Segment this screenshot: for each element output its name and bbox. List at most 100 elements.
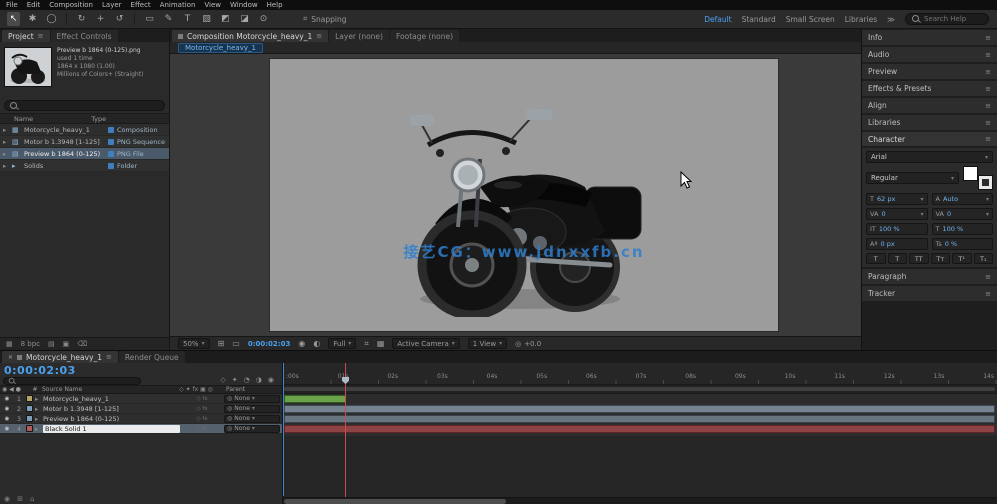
- column-type[interactable]: Type: [91, 115, 106, 123]
- font-size-field[interactable]: T 62 px ▾: [866, 193, 928, 205]
- workspace-default[interactable]: Default: [704, 15, 731, 24]
- baseline-shift-field[interactable]: Aª 0 px: [866, 238, 928, 250]
- motion-blur-icon[interactable]: ◉: [268, 376, 274, 384]
- expander-icon[interactable]: ▸: [3, 162, 9, 170]
- column-parent[interactable]: Parent: [226, 386, 280, 393]
- kerning-field[interactable]: VA 0 ▾: [866, 208, 928, 220]
- subscript-button[interactable]: T₁: [974, 253, 994, 264]
- close-icon[interactable]: ✕: [8, 354, 13, 361]
- font-style-select[interactable]: Regular▾: [866, 172, 959, 184]
- layer-name-edit[interactable]: Black Solid 1: [43, 425, 180, 433]
- expand-layer-switches-icon[interactable]: ◉: [4, 495, 10, 503]
- project-search[interactable]: [4, 100, 165, 111]
- current-time-indicator[interactable]: [345, 363, 346, 504]
- selection-tool[interactable]: ↖: [7, 12, 20, 26]
- pickwhip-icon[interactable]: ◎: [227, 425, 232, 432]
- expander-icon[interactable]: ▸: [35, 395, 41, 403]
- menu-edit[interactable]: Edit: [27, 1, 41, 9]
- workspace-overflow-icon[interactable]: ≫: [887, 15, 895, 24]
- faux-bold-button[interactable]: T: [866, 253, 886, 264]
- small-caps-button[interactable]: Tᴛ: [931, 253, 951, 264]
- shape-tool[interactable]: ▭: [143, 12, 156, 26]
- expand-in-out-icon[interactable]: ⌂: [30, 495, 34, 503]
- workspace-standard[interactable]: Standard: [742, 15, 776, 24]
- new-folder-icon[interactable]: ▤: [48, 340, 55, 348]
- layer-switches[interactable]: ◇ fx: [182, 406, 222, 412]
- snapshot-icon[interactable]: ◉: [298, 339, 305, 348]
- frame-blending-icon[interactable]: ◑: [256, 376, 262, 384]
- panel-paragraph[interactable]: Paragraph≡: [862, 269, 997, 284]
- new-composition-icon[interactable]: ▣: [63, 340, 70, 348]
- layer-bar-4[interactable]: [284, 425, 995, 433]
- resolution-select[interactable]: Full▾: [328, 338, 356, 349]
- all-caps-button[interactable]: TT: [909, 253, 929, 264]
- panel-menu-icon[interactable]: ≡: [985, 119, 991, 127]
- brush-tool[interactable]: ▨: [200, 12, 213, 26]
- parent-select[interactable]: ◎None▾: [224, 415, 280, 423]
- visibility-eye-icon[interactable]: ◉: [2, 416, 12, 422]
- panel-align[interactable]: Align≡: [862, 98, 997, 113]
- layer-switches[interactable]: ◇ fx: [182, 396, 222, 402]
- viewer-current-time[interactable]: 0:00:02:03: [248, 340, 291, 348]
- tab-layer[interactable]: Layer (none): [329, 30, 389, 42]
- superscript-button[interactable]: T¹: [952, 253, 972, 264]
- expander-icon[interactable]: ▸: [3, 150, 9, 158]
- tab-render-queue[interactable]: Render Queue: [119, 351, 185, 363]
- work-area-bar[interactable]: [284, 387, 995, 391]
- expander-icon[interactable]: ▸: [35, 405, 41, 413]
- menu-layer[interactable]: Layer: [102, 1, 122, 9]
- project-item-composition[interactable]: ▸ ▦ Motorcycle_heavy_1 Composition: [0, 124, 169, 136]
- panel-menu-icon[interactable]: ≡: [985, 68, 991, 76]
- menu-help[interactable]: Help: [267, 1, 283, 9]
- interpret-footage-icon[interactable]: ▦: [6, 340, 13, 348]
- layer-row-2[interactable]: ◉ 2 ▸ Motor b 1.3948 [1-125] ◇ fx ◎None▾: [0, 404, 282, 414]
- expand-transfer-controls-icon[interactable]: ⊞: [17, 495, 23, 503]
- horizontal-scale-field[interactable]: T 100 %: [932, 223, 994, 235]
- hide-shy-layers-icon[interactable]: ◔: [244, 376, 250, 384]
- footage-thumbnail[interactable]: [4, 47, 52, 87]
- panel-menu-icon[interactable]: ≡: [38, 32, 44, 40]
- hand-tool[interactable]: ✱: [26, 12, 39, 26]
- panel-effects-presets[interactable]: Effects & Presets≡: [862, 81, 997, 96]
- view-layout-select[interactable]: 1 View▾: [468, 338, 507, 349]
- puppet-pin-tool[interactable]: ⊙: [257, 12, 270, 26]
- scrollbar-thumb[interactable]: [284, 499, 506, 504]
- project-color-depth[interactable]: 8 bpc: [21, 340, 40, 348]
- layer-label-color[interactable]: [26, 395, 33, 402]
- delete-icon[interactable]: ⌫: [77, 340, 87, 348]
- current-time-display[interactable]: 0:00:02:03: [4, 364, 76, 377]
- draft-3d-icon[interactable]: ✦: [232, 376, 238, 384]
- parent-select[interactable]: ◎None▾: [224, 395, 280, 403]
- layer-row-1[interactable]: ◉ 1 ▸ Motorcycle_heavy_1 ◇ fx ◎None▾: [0, 394, 282, 404]
- project-item-selected[interactable]: ▸ ▤ Preview b 1864 (0-125) PNG File: [0, 148, 169, 160]
- panel-menu-icon[interactable]: ≡: [985, 290, 991, 298]
- panel-menu-icon[interactable]: ≡: [106, 353, 112, 361]
- parent-select[interactable]: ◎None▾: [224, 405, 280, 413]
- tab-effect-controls[interactable]: Effect Controls: [51, 30, 118, 42]
- composition-mini-flowchart-icon[interactable]: ◇: [220, 376, 225, 384]
- project-item-solids-folder[interactable]: ▸ ▸ Solids Folder: [0, 160, 169, 172]
- panel-libraries[interactable]: Libraries≡: [862, 115, 997, 130]
- panel-menu-icon[interactable]: ≡: [985, 273, 991, 281]
- panel-menu-icon[interactable]: ≡: [985, 51, 991, 59]
- leading-field[interactable]: A Auto ▾: [932, 193, 994, 205]
- expander-icon[interactable]: ▸: [35, 415, 41, 423]
- panel-audio[interactable]: Audio≡: [862, 47, 997, 62]
- mask-visibility-icon[interactable]: ▭: [232, 339, 240, 348]
- vertical-scale-field[interactable]: IT 100 %: [866, 223, 928, 235]
- magnification-select[interactable]: 50%▾: [178, 338, 210, 349]
- project-item-sequence[interactable]: ▸ ▧ Motor b 1.3948 [1-125] PNG Sequence: [0, 136, 169, 148]
- panel-menu-icon[interactable]: ≡: [316, 32, 322, 40]
- layer-bar-1[interactable]: [284, 395, 346, 403]
- viewer-area[interactable]: 接艺CG：www.jdnxxfb.cn: [170, 54, 861, 336]
- panel-menu-icon[interactable]: ≡: [985, 102, 991, 110]
- help-search-input[interactable]: [924, 15, 982, 23]
- layer-switches[interactable]: ◇ fx: [182, 416, 222, 422]
- grid-guides-icon[interactable]: ⊞: [218, 339, 225, 348]
- stroke-color-swatch[interactable]: [979, 176, 992, 189]
- channels-icon[interactable]: ◐: [313, 339, 320, 348]
- pickwhip-icon[interactable]: ◎: [227, 395, 232, 402]
- pen-tool[interactable]: ✎: [162, 12, 175, 26]
- tab-footage[interactable]: Footage (none): [390, 30, 459, 42]
- timeline-search-input[interactable]: [19, 378, 136, 385]
